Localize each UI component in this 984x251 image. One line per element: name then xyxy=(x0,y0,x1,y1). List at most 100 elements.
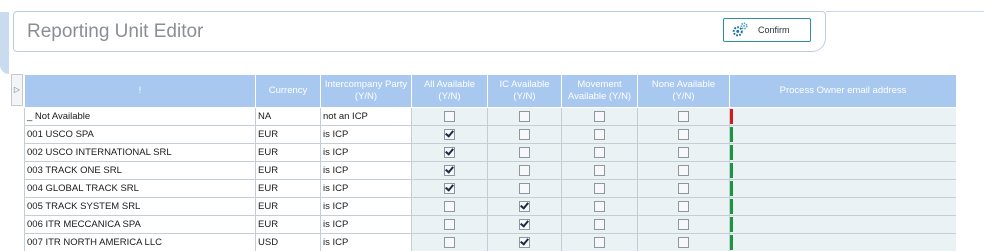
movement-available-checkbox[interactable] xyxy=(594,236,605,248)
reporting-unit-name-cell[interactable]: 003 TRACK ONE SRL xyxy=(24,161,256,180)
currency-cell[interactable]: EUR xyxy=(255,215,321,234)
intercompany-party-cell[interactable]: is ICP xyxy=(320,143,412,162)
all-available-checkbox[interactable] xyxy=(444,218,455,230)
process-owner-email-cell[interactable] xyxy=(729,125,956,144)
column-header-all-available[interactable]: All Available (Y/N) xyxy=(411,74,488,108)
table-row[interactable]: 002 USCO INTERNATIONAL SRL EUR is ICP xyxy=(24,143,956,162)
reporting-unit-name-cell[interactable]: 001 USCO SPA xyxy=(24,125,256,144)
process-owner-email-cell[interactable] xyxy=(729,197,956,216)
currency-cell[interactable]: EUR xyxy=(255,179,321,198)
intercompany-party-cell[interactable]: is ICP xyxy=(320,215,412,234)
none-available-checkbox[interactable] xyxy=(678,164,689,176)
table-row[interactable]: 004 GLOBAL TRACK SRL EUR is ICP xyxy=(24,179,956,198)
ic-available-checkbox[interactable] xyxy=(519,110,530,122)
none-available-cell xyxy=(637,161,730,180)
row-status-indicator xyxy=(730,163,733,178)
intercompany-party-cell[interactable]: is ICP xyxy=(320,233,412,251)
row-status-indicator xyxy=(730,109,733,124)
right-margin xyxy=(956,74,984,251)
none-available-checkbox[interactable] xyxy=(678,182,689,194)
movement-available-checkbox[interactable] xyxy=(594,128,605,140)
ic-available-checkbox[interactable] xyxy=(519,200,530,212)
all-available-checkbox[interactable] xyxy=(444,128,455,140)
reporting-unit-name-cell[interactable]: 002 USCO INTERNATIONAL SRL xyxy=(24,143,256,162)
all-available-checkbox[interactable] xyxy=(444,110,455,122)
none-available-checkbox[interactable] xyxy=(678,128,689,140)
none-available-cell xyxy=(637,197,730,216)
currency-cell[interactable]: EUR xyxy=(255,161,321,180)
intercompany-party-cell[interactable]: is ICP xyxy=(320,197,412,216)
intercompany-party-cell[interactable]: is ICP xyxy=(320,125,412,144)
none-available-checkbox[interactable] xyxy=(678,146,689,158)
gears-icon xyxy=(732,22,748,37)
movement-available-cell xyxy=(561,125,638,144)
intercompany-party-cell[interactable]: is ICP xyxy=(320,179,412,198)
process-owner-email-cell[interactable] xyxy=(729,107,956,126)
row-status-indicator xyxy=(730,199,733,214)
table-row[interactable]: 007 ITR NORTH AMERICA LLC USD is ICP xyxy=(24,233,956,251)
process-owner-email-cell[interactable] xyxy=(729,215,956,234)
ic-available-cell xyxy=(487,215,562,234)
ic-available-checkbox[interactable] xyxy=(519,236,530,248)
table-header-row: ! Currency Intercompany Party (Y/N) All … xyxy=(24,74,956,108)
currency-cell[interactable]: EUR xyxy=(255,197,321,216)
all-available-cell xyxy=(411,197,488,216)
all-available-checkbox[interactable] xyxy=(444,236,455,248)
all-available-cell xyxy=(411,215,488,234)
currency-cell[interactable]: NA xyxy=(255,107,321,126)
ic-available-checkbox[interactable] xyxy=(519,128,530,140)
column-header-currency[interactable]: Currency xyxy=(255,74,321,108)
movement-available-checkbox[interactable] xyxy=(594,218,605,230)
all-available-checkbox[interactable] xyxy=(444,182,455,194)
column-header-none-available[interactable]: None Available (Y/N) xyxy=(637,74,730,108)
ic-available-checkbox[interactable] xyxy=(519,164,530,176)
column-header-name[interactable]: ! xyxy=(24,74,256,108)
currency-cell[interactable]: EUR xyxy=(255,125,321,144)
table-row[interactable]: _ Not Available NA not an ICP xyxy=(24,107,956,126)
process-owner-email-cell[interactable] xyxy=(729,179,956,198)
table-row[interactable]: 005 TRACK SYSTEM SRL EUR is ICP xyxy=(24,197,956,216)
none-available-checkbox[interactable] xyxy=(678,218,689,230)
intercompany-party-cell[interactable]: not an ICP xyxy=(320,107,412,126)
all-available-cell xyxy=(411,125,488,144)
expand-panel-toggle[interactable]: ▷ xyxy=(11,74,23,106)
intercompany-party-cell[interactable]: is ICP xyxy=(320,161,412,180)
all-available-checkbox[interactable] xyxy=(444,164,455,176)
none-available-checkbox[interactable] xyxy=(678,236,689,248)
process-owner-email-cell[interactable] xyxy=(729,143,956,162)
movement-available-checkbox[interactable] xyxy=(594,182,605,194)
currency-cell[interactable]: EUR xyxy=(255,143,321,162)
reporting-unit-name-cell[interactable]: 005 TRACK SYSTEM SRL xyxy=(24,197,256,216)
all-available-checkbox[interactable] xyxy=(444,146,455,158)
process-owner-email-cell[interactable] xyxy=(729,233,956,251)
column-header-ic-available[interactable]: IC Available (Y/N) xyxy=(487,74,562,108)
movement-available-checkbox[interactable] xyxy=(594,110,605,122)
currency-cell[interactable]: USD xyxy=(255,233,321,251)
reporting-unit-name-cell[interactable]: 007 ITR NORTH AMERICA LLC xyxy=(24,233,256,251)
reporting-unit-name-cell[interactable]: _ Not Available xyxy=(24,107,256,126)
none-available-checkbox[interactable] xyxy=(678,200,689,212)
table-row[interactable]: 006 ITR MECCANICA SPA EUR is ICP xyxy=(24,215,956,234)
movement-available-cell xyxy=(561,107,638,126)
confirm-button[interactable]: Confirm xyxy=(723,18,811,42)
reporting-unit-name-cell[interactable]: 004 GLOBAL TRACK SRL xyxy=(24,179,256,198)
table-row[interactable]: 003 TRACK ONE SRL EUR is ICP xyxy=(24,161,956,180)
ic-available-checkbox[interactable] xyxy=(519,182,530,194)
movement-available-checkbox[interactable] xyxy=(594,200,605,212)
column-header-movement-available[interactable]: Movement Available (Y/N) xyxy=(561,74,638,108)
column-header-process-owner-email[interactable]: Process Owner email address xyxy=(729,74,956,108)
movement-available-checkbox[interactable] xyxy=(594,146,605,158)
table-row[interactable]: 001 USCO SPA EUR is ICP xyxy=(24,125,956,144)
ic-available-checkbox[interactable] xyxy=(519,146,530,158)
ic-available-cell xyxy=(487,125,562,144)
ic-available-cell xyxy=(487,179,562,198)
movement-available-checkbox[interactable] xyxy=(594,164,605,176)
reporting-unit-name-cell[interactable]: 006 ITR MECCANICA SPA xyxy=(24,215,256,234)
all-available-checkbox[interactable] xyxy=(444,200,455,212)
none-available-checkbox[interactable] xyxy=(678,110,689,122)
row-status-indicator xyxy=(730,181,733,196)
ic-available-checkbox[interactable] xyxy=(519,218,530,230)
process-owner-email-cell[interactable] xyxy=(729,161,956,180)
column-header-intercompany-party[interactable]: Intercompany Party (Y/N) xyxy=(320,74,412,108)
all-available-cell xyxy=(411,179,488,198)
